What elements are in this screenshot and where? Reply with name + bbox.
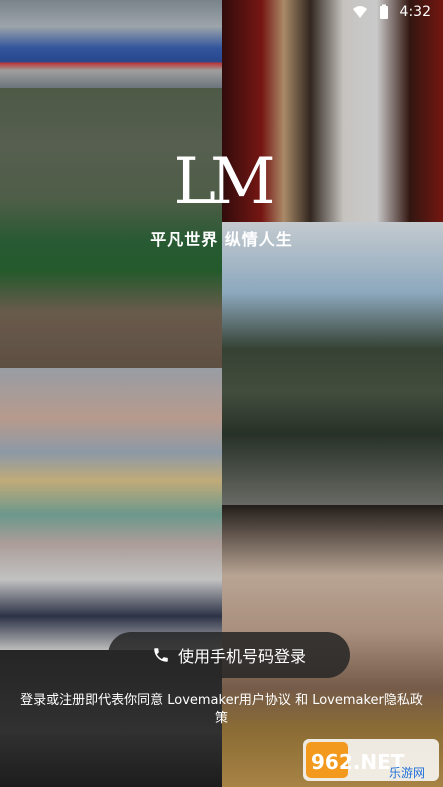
background-photo-pool xyxy=(0,0,222,88)
login-screen: 4:32 LM 平凡世界 纵情人生 使用手机号码登录 登录或注册即代表你同意 L… xyxy=(0,0,443,787)
wifi-icon xyxy=(352,6,367,18)
background-photo-woman-tree xyxy=(222,222,443,505)
app-slogan: 平凡世界 纵情人生 xyxy=(150,230,293,249)
phone-login-label: 使用手机号码登录 xyxy=(177,647,306,666)
background-photo-balloon-party xyxy=(0,368,222,650)
watermark-caption: 乐游网 xyxy=(389,766,425,780)
watermark-logo: 962.NET 乐游网 xyxy=(303,739,439,781)
app-logo: LM xyxy=(173,145,275,219)
user-agreement-link[interactable]: Lovemaker用户协议 xyxy=(167,693,291,708)
status-time: 4:32 xyxy=(399,4,431,20)
phone-login-button[interactable]: 使用手机号码登录 xyxy=(108,632,350,678)
battery-icon xyxy=(379,4,388,19)
agreement-connector: 和 xyxy=(290,693,313,708)
status-bar: 4:32 xyxy=(352,0,443,24)
agreement-prefix: 登录或注册即代表你同意 xyxy=(20,693,168,708)
agreement-text: 登录或注册即代表你同意 Lovemaker用户协议 和 Lovemaker隐私政… xyxy=(16,692,427,728)
phone-icon xyxy=(154,648,168,662)
